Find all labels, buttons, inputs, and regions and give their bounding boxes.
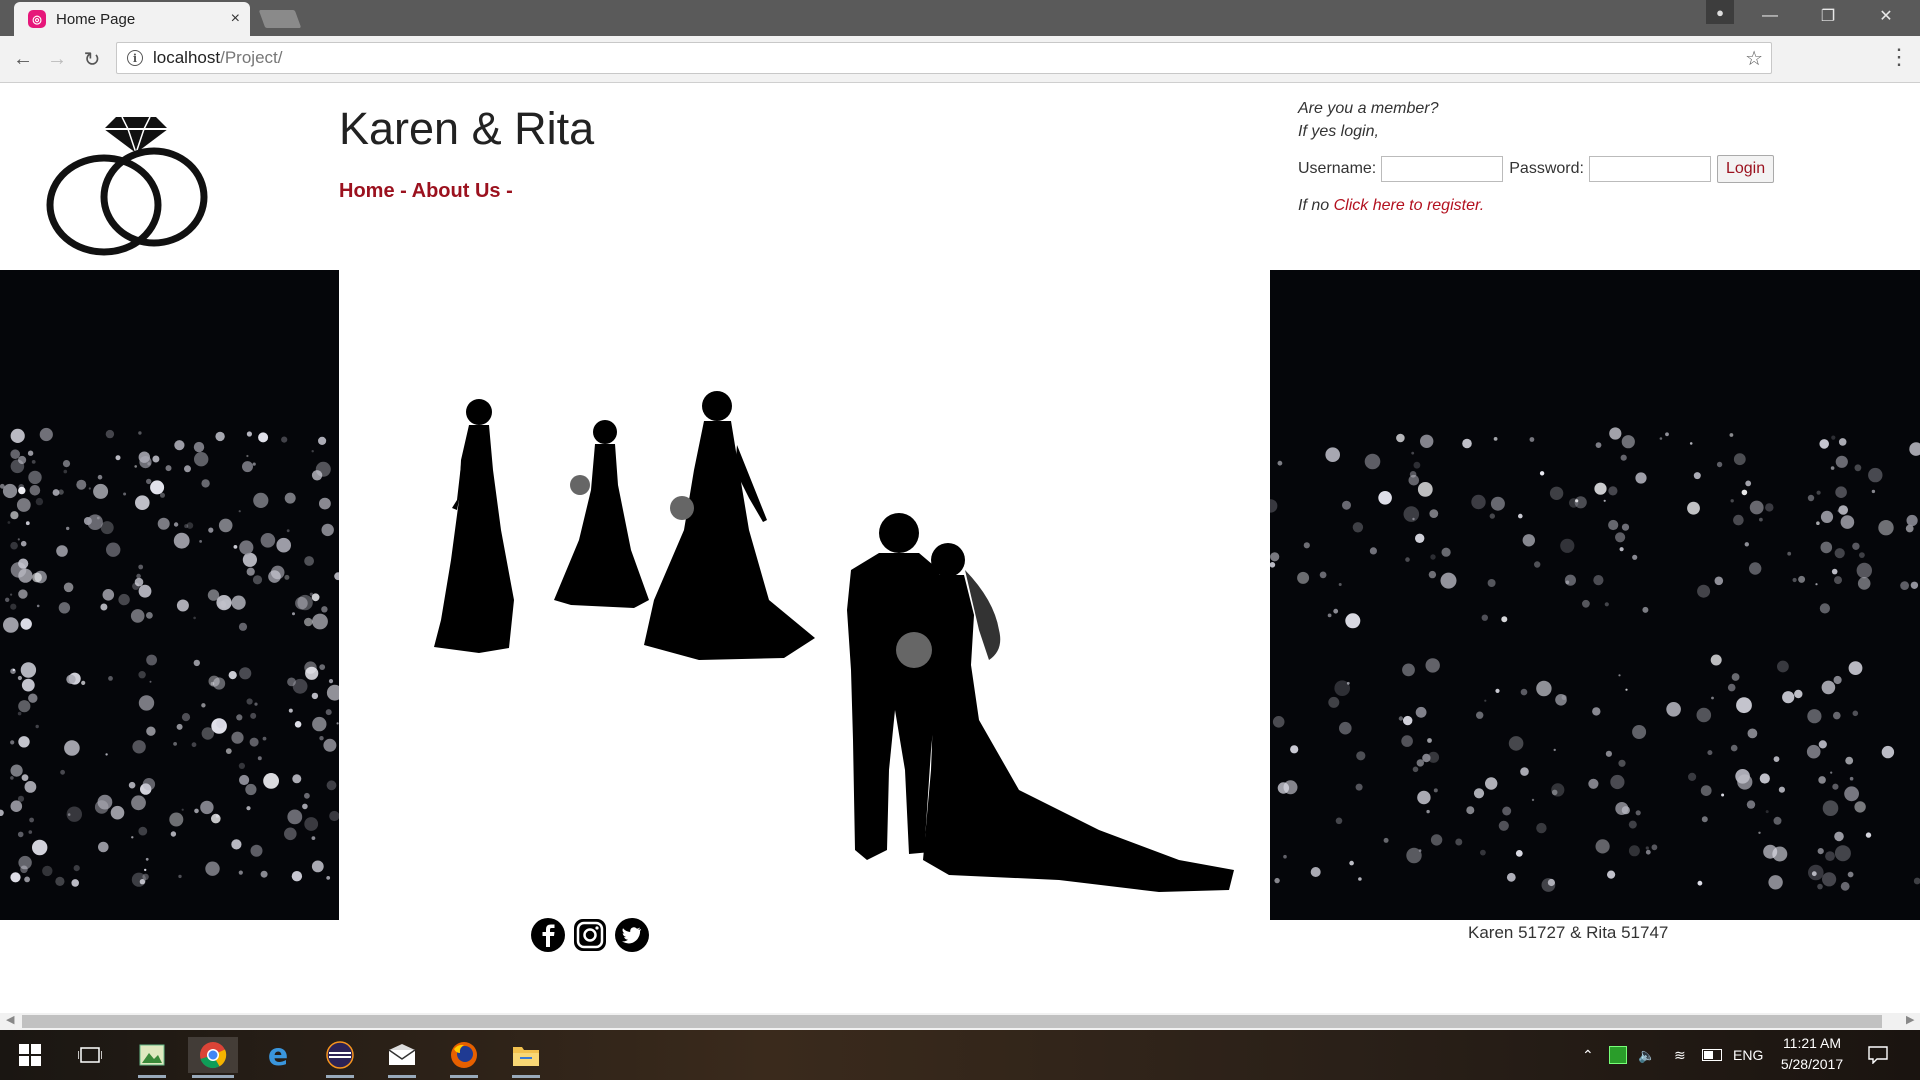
username-label: Username: [1298, 160, 1377, 177]
glitter-background-right [1270, 270, 1920, 920]
scroll-right-icon[interactable]: ▶ [1906, 1013, 1914, 1026]
site-title: Karen & Rita [339, 103, 595, 154]
glitter-left-image [0, 427, 339, 887]
firefox-icon[interactable] [446, 1037, 482, 1078]
register-link[interactable]: Click here to register. [1334, 197, 1485, 214]
wedding-rings-logo-icon [46, 116, 208, 256]
social-links [530, 917, 650, 953]
login-button[interactable]: Login [1716, 155, 1775, 183]
login-form: Username: Password: Login [1298, 155, 1775, 183]
mail-icon[interactable] [384, 1037, 420, 1078]
start-icon[interactable] [12, 1037, 48, 1073]
glitter-right-image [1270, 427, 1920, 892]
nav-about-us-link[interactable]: About Us [412, 180, 501, 202]
scroll-left-icon[interactable]: ◀ [6, 1013, 14, 1026]
register-line: If no Click here to register. [1298, 197, 1774, 215]
back-icon[interactable]: ← [10, 46, 36, 72]
login-prompt: If yes login, [1298, 123, 1379, 140]
nav-home-link[interactable]: Home [339, 180, 395, 202]
site-favicon-icon: ◎ [28, 10, 46, 28]
taskbar: e ⌃ 🔈 ≋ ENG 11:21 AM 5/28/2017 [0, 1030, 1920, 1080]
clock-time: 11:21 AM [1782, 1035, 1842, 1051]
horizontal-scrollbar[interactable]: ◀ ▶ [0, 1013, 1920, 1030]
facebook-icon[interactable] [530, 917, 566, 953]
address-bar[interactable]: i localhost/Project/ ☆ [116, 42, 1772, 74]
wifi-icon[interactable]: ≋ [1674, 1030, 1686, 1080]
new-tab-button[interactable] [258, 10, 302, 28]
clock-date: 5/28/2017 [1780, 1056, 1844, 1072]
web-page: Karen & Rita Home - About Us - Are you a… [0, 83, 1920, 1013]
gallery-app-icon[interactable] [134, 1037, 170, 1078]
edge-icon[interactable]: e [260, 1037, 296, 1073]
browser-tabstrip: ◎ Home Page × ● — ❐ ✕ [0, 0, 1920, 36]
chrome-icon[interactable] [188, 1037, 238, 1078]
bookmark-star-icon[interactable]: ☆ [1745, 46, 1763, 71]
browser-menu-icon[interactable]: ⋮ [1888, 44, 1910, 70]
instagram-icon[interactable] [572, 917, 608, 953]
action-center-icon[interactable] [1868, 1030, 1888, 1080]
profile-icon[interactable]: ● [1706, 0, 1734, 24]
wedding-silhouette-image [339, 270, 1270, 920]
volume-icon[interactable]: 🔈 [1638, 1030, 1655, 1080]
password-input[interactable] [1588, 156, 1711, 182]
close-window-icon[interactable]: ✕ [1866, 4, 1906, 28]
nav-separator: - [400, 180, 407, 202]
nav-separator: - [506, 180, 513, 202]
minimize-icon[interactable]: — [1750, 4, 1790, 28]
battery-icon[interactable] [1702, 1030, 1722, 1080]
username-input[interactable] [1381, 156, 1504, 182]
main-nav: Home - About Us - [339, 180, 513, 203]
site-info-icon[interactable]: i [127, 50, 143, 66]
tab-close-icon[interactable]: × [231, 10, 240, 28]
language-indicator[interactable]: ENG [1733, 1030, 1763, 1080]
twitter-icon[interactable] [614, 917, 650, 953]
system-clock[interactable]: 11:21 AM 5/28/2017 [1770, 1033, 1854, 1075]
reload-icon[interactable]: ↻ [79, 46, 105, 72]
browser-toolbar: ← → ↻ i localhost/Project/ ☆ ⋮ [0, 36, 1920, 83]
task-view-icon[interactable] [72, 1037, 108, 1073]
url-path: /Project/ [220, 48, 283, 67]
register-prefix: If no [1298, 197, 1334, 214]
tray-overflow-icon[interactable]: ⌃ [1582, 1030, 1594, 1080]
password-label: Password: [1509, 160, 1584, 177]
footer-credits: Karen 51727 & Rita 51747 [1468, 923, 1669, 942]
glitter-background-left [0, 270, 339, 920]
restore-icon[interactable]: ❐ [1808, 4, 1848, 28]
login-box: Are you a member? If yes login, Username… [1298, 97, 1775, 215]
forward-icon[interactable]: → [44, 46, 70, 72]
tray-app-icon[interactable] [1609, 1030, 1627, 1080]
member-question: Are you a member? [1298, 100, 1439, 117]
tab-title: Home Page [56, 10, 136, 28]
url-host: localhost [153, 48, 221, 67]
eclipse-icon[interactable] [322, 1037, 358, 1078]
file-explorer-icon[interactable] [508, 1037, 544, 1078]
hero-banner [0, 270, 1920, 920]
browser-tab[interactable]: ◎ Home Page × [14, 2, 250, 36]
scrollbar-thumb[interactable] [22, 1015, 1882, 1028]
